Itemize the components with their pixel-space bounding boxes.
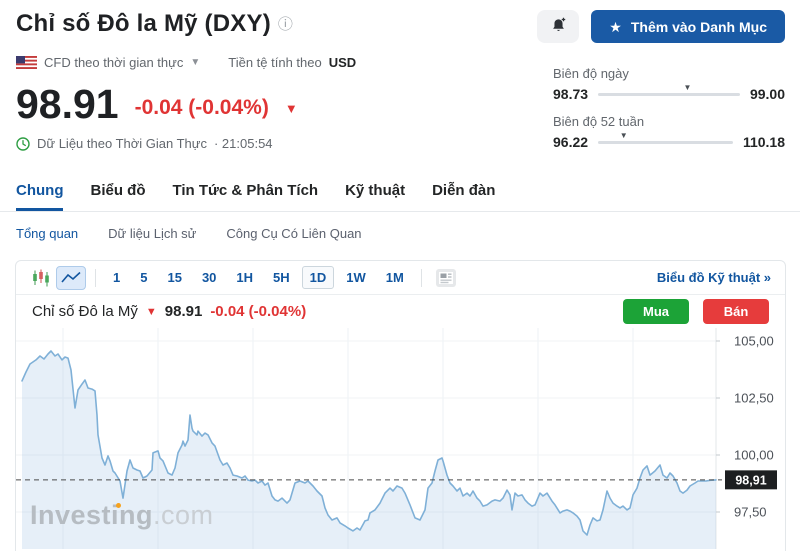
toolbar-separator xyxy=(421,269,422,287)
price-change: -0.04 (-0.04%) xyxy=(135,96,269,122)
last-price: 98.91 xyxy=(16,86,119,122)
week52-range-high: 110.18 xyxy=(743,134,785,150)
day-range-high: 99.00 xyxy=(750,86,785,102)
page-title: Chỉ số Đô la Mỹ (DXY) xyxy=(16,10,271,38)
quote-time: · 21:05:54 xyxy=(214,136,273,151)
svg-text:105,00: 105,00 xyxy=(734,334,774,349)
week52-range-track: ▼ xyxy=(598,141,733,144)
currency-value: USD xyxy=(329,55,356,70)
tab-chung[interactable]: Chung xyxy=(16,182,63,211)
timeframe-5[interactable]: 5 xyxy=(132,266,155,289)
info-icon[interactable]: ⓘ xyxy=(278,13,293,34)
price-down-triangle-icon: ▼ xyxy=(285,101,298,122)
day-range: 98.73 ▼ 99.00 xyxy=(553,86,785,102)
svg-text:97,50: 97,50 xyxy=(734,505,767,520)
tab-tin-tuc-phan-tich[interactable]: Tin Tức & Phân Tích xyxy=(172,182,318,211)
svg-text:98,91: 98,91 xyxy=(735,473,766,487)
timeframe-1d[interactable]: 1D xyxy=(302,266,335,289)
week52-range: 96.22 ▼ 110.18 xyxy=(553,134,785,150)
day-range-label: Biên độ ngày xyxy=(553,66,785,81)
legend-instrument-name: Chỉ số Đô la Mỹ xyxy=(32,303,138,320)
timeframe-selector: 1515301H5H1D1W1M xyxy=(105,266,412,289)
us-flag-icon xyxy=(16,56,37,69)
chart-area: 105,00102,50100,0097,5098,91 Investing.c… xyxy=(16,328,785,549)
price-chart[interactable]: 105,00 102,50 100,00 97,50 98,91 xyxy=(16,328,785,549)
svg-text:102,50: 102,50 xyxy=(734,391,774,406)
instrument-type-label[interactable]: CFD theo thời gian thực xyxy=(44,55,183,70)
clock-icon xyxy=(16,137,30,151)
timeframe-15[interactable]: 15 xyxy=(159,266,189,289)
sell-button[interactable]: Bán xyxy=(703,299,769,324)
create-alert-button[interactable] xyxy=(537,10,579,43)
day-range-marker-icon: ▼ xyxy=(683,83,691,92)
add-to-watchlist-button[interactable]: ★ Thêm vào Danh Mục xyxy=(591,10,785,43)
day-range-track: ▼ xyxy=(598,93,740,96)
toolbar-separator xyxy=(95,269,96,287)
tab-ky-thuat[interactable]: Kỹ thuật xyxy=(345,182,405,211)
main-tabs: Chung Biểu đồ Tin Tức & Phân Tích Kỹ thuật D… xyxy=(0,182,800,212)
instrument-header: Chỉ số Đô la Mỹ (DXY) ⓘ ★ Thêm vào Danh … xyxy=(0,0,800,182)
chart-legend: Chỉ số Đô la Mỹ ▼ 98.91 -0.04 (-0.04%) M… xyxy=(16,295,785,328)
subtab-du-lieu-lich-su[interactable]: Dữ liệu Lịch sử xyxy=(108,226,196,241)
news-panel-icon[interactable] xyxy=(431,266,461,290)
week52-range-marker-icon: ▼ xyxy=(620,131,628,140)
subtab-tong-quan[interactable]: Tổng quan xyxy=(16,226,78,241)
legend-down-triangle-icon: ▼ xyxy=(146,306,157,318)
svg-text:100,00: 100,00 xyxy=(734,448,774,463)
chart-toolbar: 1515301H5H1D1W1M Biểu đồ Kỹ thuật » xyxy=(16,261,785,295)
timeframe-5h[interactable]: 5H xyxy=(265,266,298,289)
week52-range-low: 96.22 xyxy=(553,134,588,150)
realtime-data-label: Dữ Liệu theo Thời Gian Thực xyxy=(37,136,207,151)
sub-tabs: Tổng quan Dữ liệu Lịch sử Công Cụ Có Liên … xyxy=(0,212,800,254)
technical-chart-link[interactable]: Biểu đồ Kỹ thuật » xyxy=(657,270,775,285)
timeframe-30[interactable]: 30 xyxy=(194,266,224,289)
chevron-down-icon[interactable]: ▼ xyxy=(190,57,200,68)
currency-in-label: Tiền tệ tính theo xyxy=(228,55,321,70)
y-axis-labels: 105,00 102,50 100,00 97,50 xyxy=(716,334,774,520)
line-chart-icon[interactable] xyxy=(56,266,86,290)
timeframe-1m[interactable]: 1M xyxy=(378,266,412,289)
tab-bieu-do[interactable]: Biểu đồ xyxy=(90,182,145,211)
legend-change: -0.04 (-0.04%) xyxy=(210,303,306,320)
candlestick-chart-icon[interactable] xyxy=(26,266,56,290)
buy-button[interactable]: Mua xyxy=(623,299,689,324)
legend-price: 98.91 xyxy=(165,303,203,320)
chart-card: 1515301H5H1D1W1M Biểu đồ Kỹ thuật » Chỉ … xyxy=(15,260,786,551)
timeframe-1w[interactable]: 1W xyxy=(338,266,374,289)
add-to-watchlist-label: Thêm vào Danh Mục xyxy=(631,19,767,35)
week52-range-label: Biên độ 52 tuần xyxy=(553,114,785,129)
bell-plus-icon xyxy=(549,16,568,38)
tab-dien-dan[interactable]: Diễn đàn xyxy=(432,182,495,211)
timeframe-1h[interactable]: 1H xyxy=(228,266,261,289)
last-price-badge: 98,91 xyxy=(725,470,777,489)
ranges-panel: Biên độ ngày 98.73 ▼ 99.00 Biên độ 52 tu… xyxy=(553,66,785,162)
subtab-cong-cu-lien-quan[interactable]: Công Cụ Có Liên Quan xyxy=(226,226,361,241)
timeframe-1[interactable]: 1 xyxy=(105,266,128,289)
day-range-low: 98.73 xyxy=(553,86,588,102)
star-icon: ★ xyxy=(609,20,622,34)
